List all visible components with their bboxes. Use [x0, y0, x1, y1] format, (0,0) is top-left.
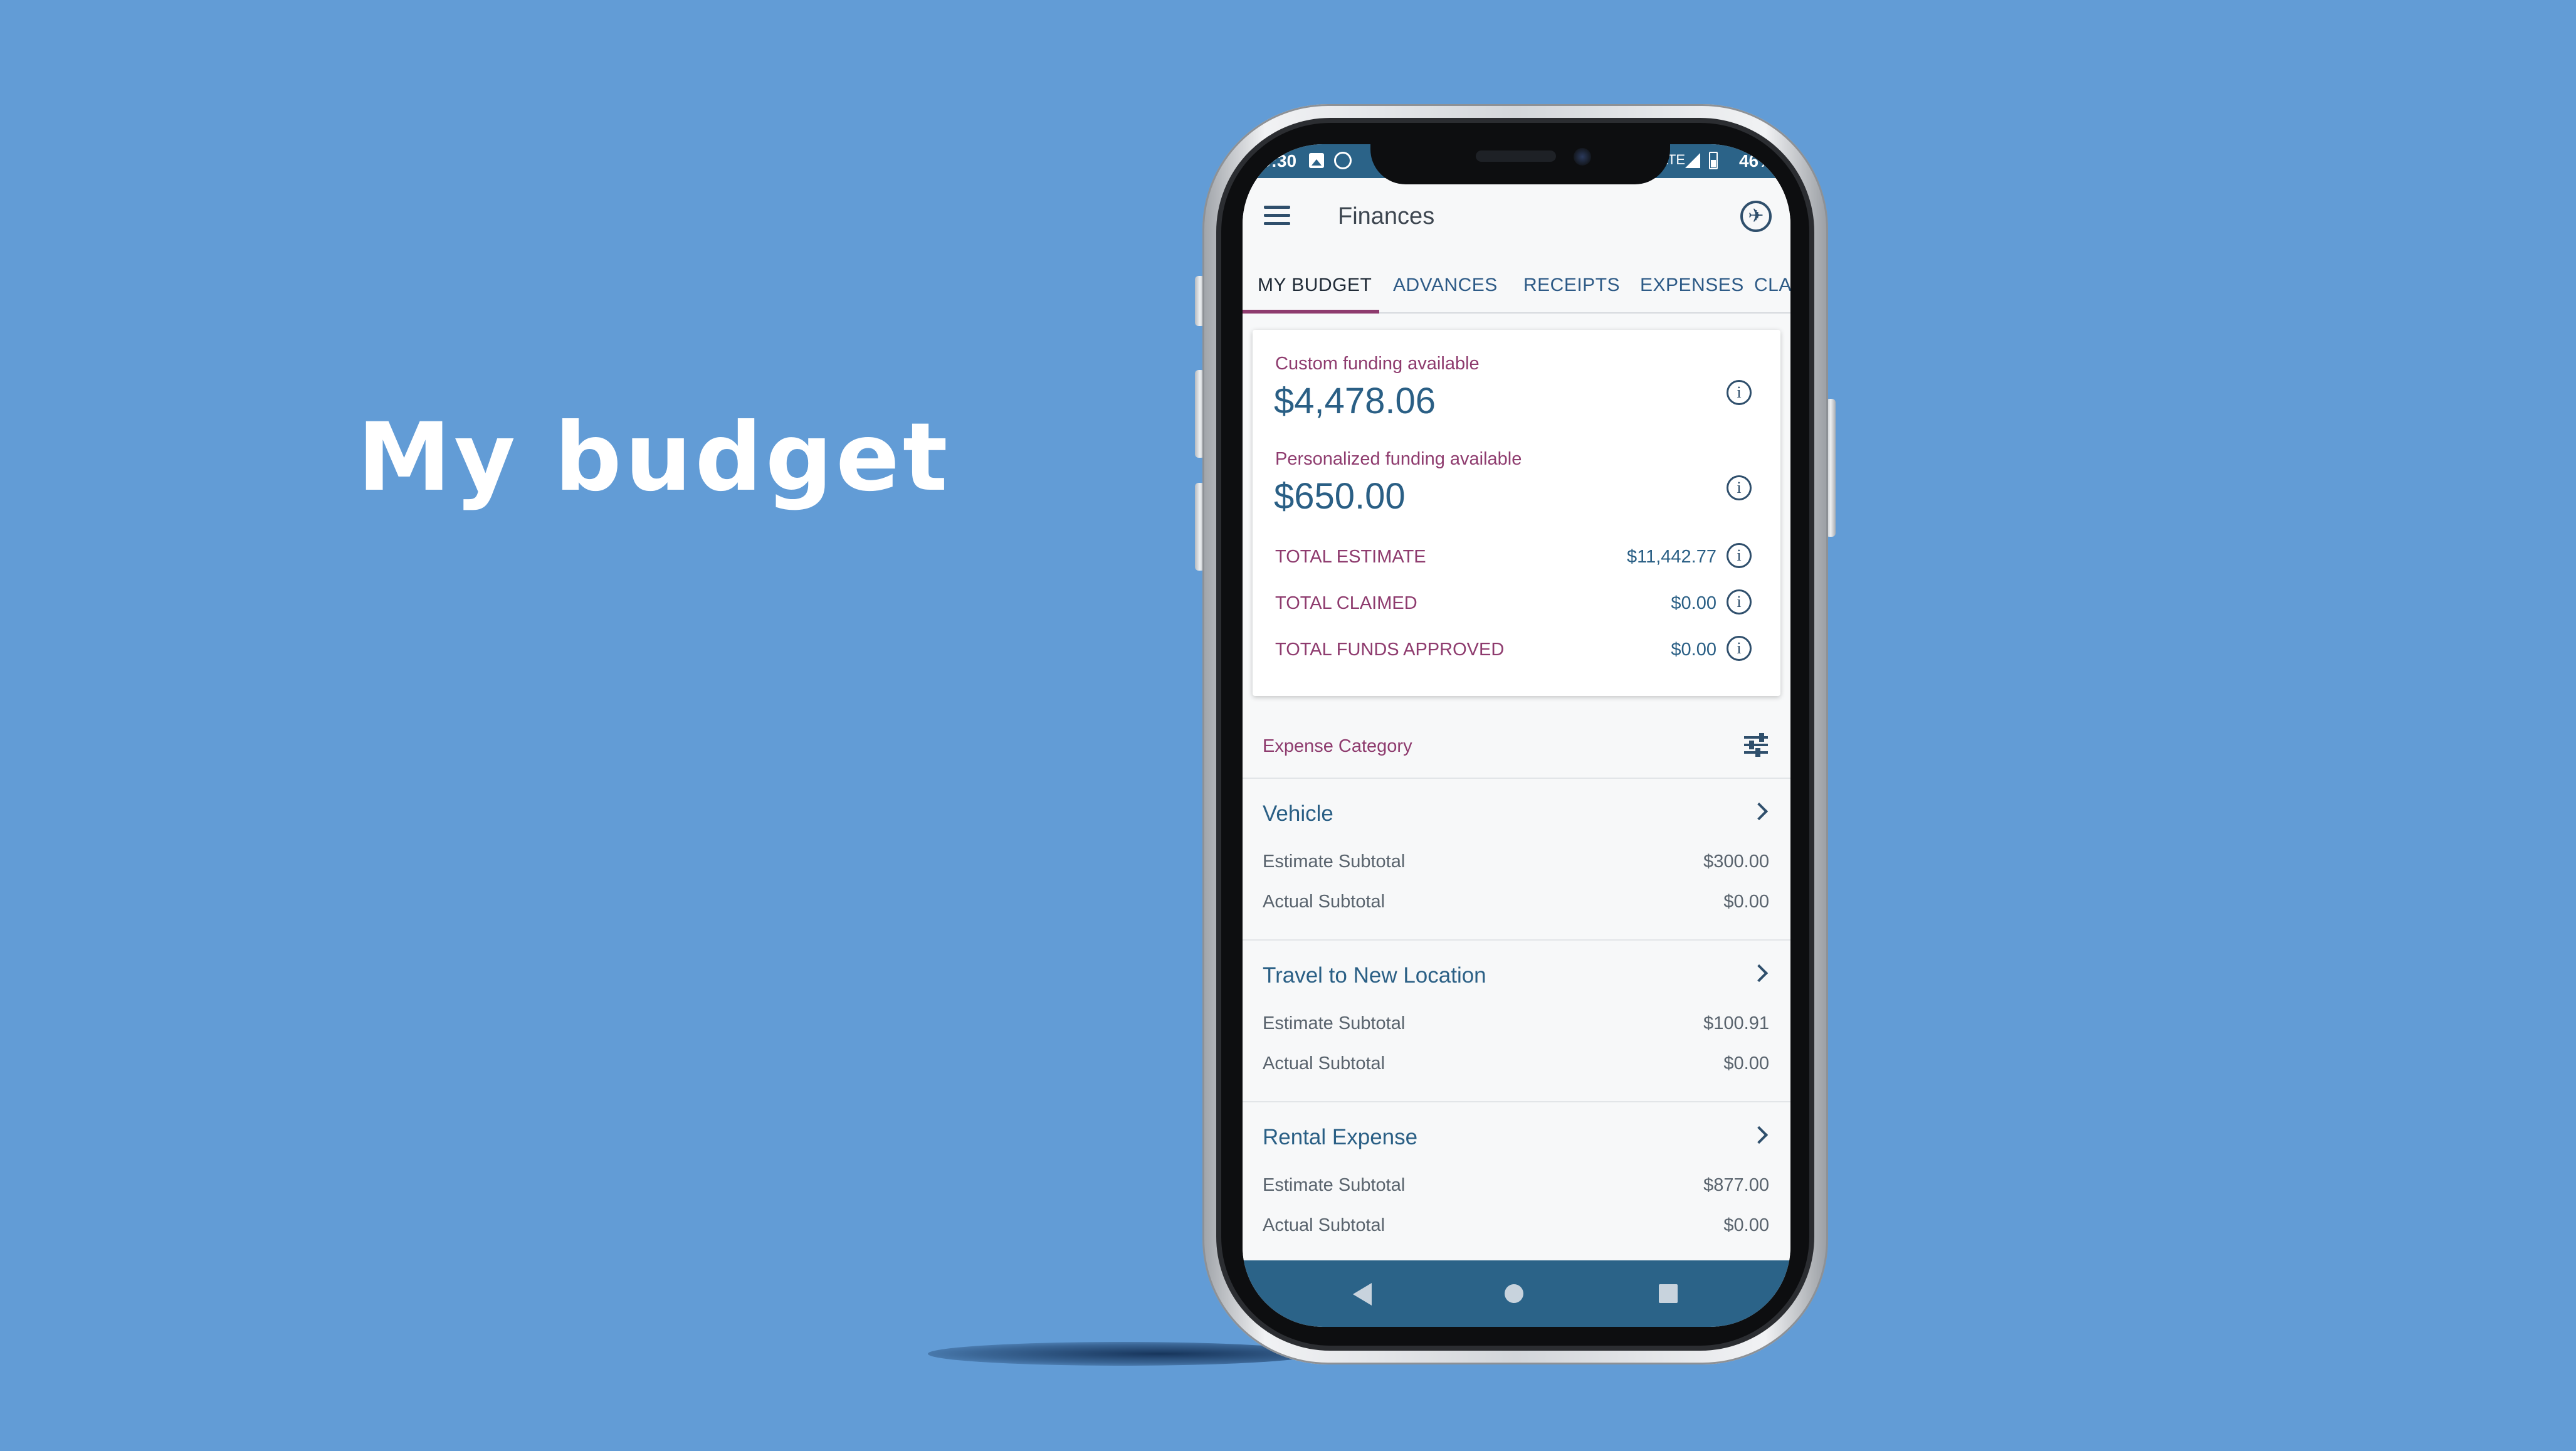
personalized-funding-label: Personalized funding available	[1275, 449, 1522, 469]
phone-screen: 9:30 LTE 46% Finances ✈ MY BUDGET ADVANC…	[1243, 144, 1790, 1327]
personalized-funding-info-icon[interactable]: i	[1727, 475, 1752, 500]
total-claimed-value: $0.00	[1671, 593, 1716, 613]
home-icon[interactable]	[1505, 1284, 1523, 1303]
expense-category-item-rental[interactable]: Rental Expense Estimate Subtotal $877.00…	[1243, 1102, 1790, 1264]
total-funds-approved-label: TOTAL FUNDS APPROVED	[1275, 640, 1505, 660]
category-name: Vehicle	[1263, 801, 1333, 826]
system-navigation-bar	[1243, 1260, 1790, 1327]
actual-subtotal-label: Actual Subtotal	[1263, 1053, 1385, 1074]
total-claimed-info-icon[interactable]: i	[1727, 589, 1752, 615]
tab-advances[interactable]: ADVANCES	[1393, 275, 1498, 296]
estimate-subtotal-label: Estimate Subtotal	[1263, 1175, 1406, 1195]
estimate-subtotal-label: Estimate Subtotal	[1263, 852, 1406, 872]
total-funds-approved-info-icon[interactable]: i	[1727, 636, 1752, 661]
custom-funding-label: Custom funding available	[1275, 354, 1480, 374]
tab-expenses[interactable]: EXPENSES	[1640, 275, 1744, 296]
recents-icon[interactable]	[1659, 1284, 1678, 1303]
estimate-subtotal-value: $300.00	[1703, 852, 1769, 872]
estimate-subtotal-value: $100.91	[1703, 1013, 1769, 1033]
total-estimate-label: TOTAL ESTIMATE	[1275, 547, 1426, 567]
custom-funding-value: $4,478.06	[1274, 381, 1436, 421]
estimate-subtotal-value: $877.00	[1703, 1175, 1769, 1195]
estimate-subtotal-label: Estimate Subtotal	[1263, 1013, 1406, 1033]
app-title: Finances	[1338, 203, 1435, 230]
menu-icon[interactable]	[1264, 206, 1290, 226]
category-name: Travel to New Location	[1263, 963, 1486, 988]
phone-shadow	[928, 1342, 1317, 1366]
actual-subtotal-value: $0.00	[1723, 1053, 1769, 1074]
back-icon[interactable]	[1353, 1283, 1372, 1306]
expense-category-header: Expense Category	[1243, 715, 1790, 779]
total-estimate-value: $11,442.77	[1627, 547, 1716, 567]
tab-bar: MY BUDGET ADVANCES RECEIPTS EXPENSES CLA	[1243, 253, 1790, 314]
gallery-notification-icon	[1309, 153, 1324, 168]
funding-summary-card: Custom funding available $4,478.06 i Per…	[1253, 330, 1780, 696]
expense-category-item-travel[interactable]: Travel to New Location Estimate Subtotal…	[1243, 941, 1790, 1102]
category-name: Rental Expense	[1263, 1125, 1418, 1149]
tab-receipts[interactable]: RECEIPTS	[1523, 275, 1620, 296]
front-camera	[1574, 148, 1591, 166]
expense-category-label: Expense Category	[1263, 736, 1412, 756]
total-funds-approved-value: $0.00	[1671, 640, 1716, 660]
phone-speaker	[1476, 150, 1556, 162]
battery-icon	[1709, 152, 1718, 169]
chevron-right-icon[interactable]	[1750, 802, 1769, 821]
budget-content: Custom funding available $4,478.06 i Per…	[1243, 314, 1790, 1260]
signal-icon	[1685, 153, 1700, 168]
tab-my-budget[interactable]: MY BUDGET	[1258, 275, 1372, 296]
expense-category-item-vehicle[interactable]: Vehicle Estimate Subtotal $300.00 Actual…	[1243, 779, 1790, 941]
status-time: 9:30	[1261, 151, 1297, 171]
airplane-icon[interactable]: ✈	[1740, 201, 1772, 232]
actual-subtotal-label: Actual Subtotal	[1263, 1215, 1385, 1235]
actual-subtotal-value: $0.00	[1723, 1215, 1769, 1235]
whatsapp-notification-icon	[1334, 152, 1352, 169]
tab-claims[interactable]: CLA	[1754, 275, 1790, 296]
chevron-right-icon[interactable]	[1750, 1126, 1769, 1144]
app-bar: Finances ✈	[1243, 178, 1790, 253]
total-claimed-label: TOTAL CLAIMED	[1275, 593, 1417, 613]
battery-percent: 46%	[1738, 151, 1774, 171]
actual-subtotal-label: Actual Subtotal	[1263, 892, 1385, 912]
slide: My budget 9:30 LTE 46% Finances ✈ MY BUD…	[0, 0, 2576, 1451]
chevron-right-icon[interactable]	[1750, 964, 1769, 983]
custom-funding-info-icon[interactable]: i	[1727, 380, 1752, 405]
slide-title: My budget	[357, 403, 951, 512]
filter-icon[interactable]	[1744, 733, 1768, 757]
total-estimate-info-icon[interactable]: i	[1727, 543, 1752, 568]
actual-subtotal-value: $0.00	[1723, 892, 1769, 912]
personalized-funding-value: $650.00	[1274, 476, 1406, 517]
